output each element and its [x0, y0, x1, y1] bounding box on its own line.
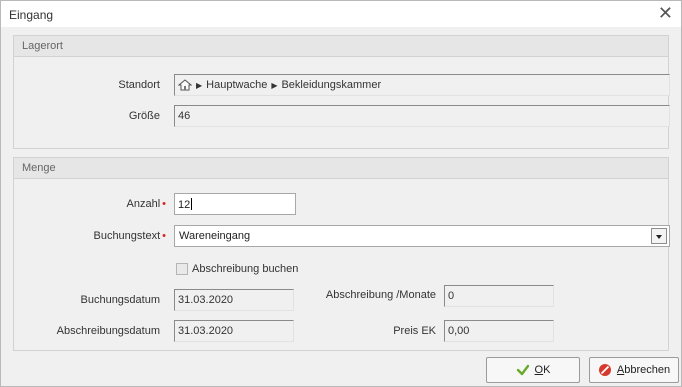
abschreibungsdatum-field: 31.03.2020: [174, 320, 294, 342]
home-icon: [177, 79, 193, 91]
buchungstext-select[interactable]: Wareneingang: [174, 225, 670, 247]
buchungsdatum-label: Buchungsdatum: [80, 294, 161, 306]
breadcrumb-arrow-icon: ▶: [271, 80, 278, 90]
menge-header: Menge: [14, 158, 668, 179]
anzahl-input[interactable]: 12: [174, 193, 296, 215]
abschreibung-monate-label: Abschreibung /Monate: [325, 289, 436, 301]
breadcrumb-arrow-icon: ▶: [196, 80, 203, 90]
standort-field: ▶ Hauptwache ▶ Bekleidungskammer: [174, 74, 670, 96]
cancel-button-label: Abbrechen: [616, 364, 671, 376]
abschreibungsdatum-label: Abschreibungsdatum: [56, 325, 160, 337]
check-icon: [516, 363, 530, 377]
buchungstext-value: Wareneingang: [179, 230, 251, 242]
required-marker: •: [162, 230, 166, 242]
preis-ek-label: Preis EK: [393, 325, 436, 337]
abschreibung-checkbox-row[interactable]: Abschreibung buchen: [176, 263, 298, 275]
lagerort-header: Lagerort: [14, 36, 668, 57]
menge-group: Menge Anzahl • 12 Buchungstext • Wareneing…: [13, 157, 670, 351]
lagerort-group: Lagerort Standort ▶ Hauptwache ▶ Bekleid…: [13, 35, 670, 149]
required-marker: •: [162, 198, 166, 210]
buchungsdatum-field: 31.03.2020: [174, 289, 294, 311]
title-bar: Eingang ✕: [1, 1, 681, 27]
standort-label: Standort: [118, 79, 160, 91]
standort-breadcrumb: ▶ Hauptwache ▶ Bekleidungskammer: [177, 79, 666, 91]
chevron-down-icon[interactable]: [651, 228, 667, 244]
abschreibung-checkbox[interactable]: [176, 263, 188, 275]
ok-button-label: OK: [534, 364, 551, 376]
preis-ek-field: 0,00: [444, 320, 554, 342]
abschreibung-monate-field: 0: [444, 285, 554, 307]
breadcrumb-item-2: Bekleidungskammer: [281, 79, 382, 91]
anzahl-label: Anzahl •: [126, 198, 167, 210]
buchungstext-label: Buchungstext •: [93, 230, 166, 242]
breadcrumb-item-1: Hauptwache: [206, 79, 268, 91]
text-caret: [191, 198, 193, 210]
eingang-dialog: Eingang ✕ Lagerort Standort ▶ Hauptwache…: [0, 0, 682, 387]
window-title: Eingang: [9, 8, 54, 22]
groesse-label: Größe: [128, 110, 160, 122]
abschreibung-checkbox-label: Abschreibung buchen: [192, 263, 299, 275]
cancel-button[interactable]: Abbrechen: [589, 357, 679, 383]
close-icon[interactable]: ✕: [658, 3, 673, 23]
cancel-icon: [598, 363, 612, 377]
groesse-field: 46: [174, 105, 670, 127]
ok-button[interactable]: OK: [486, 357, 580, 383]
